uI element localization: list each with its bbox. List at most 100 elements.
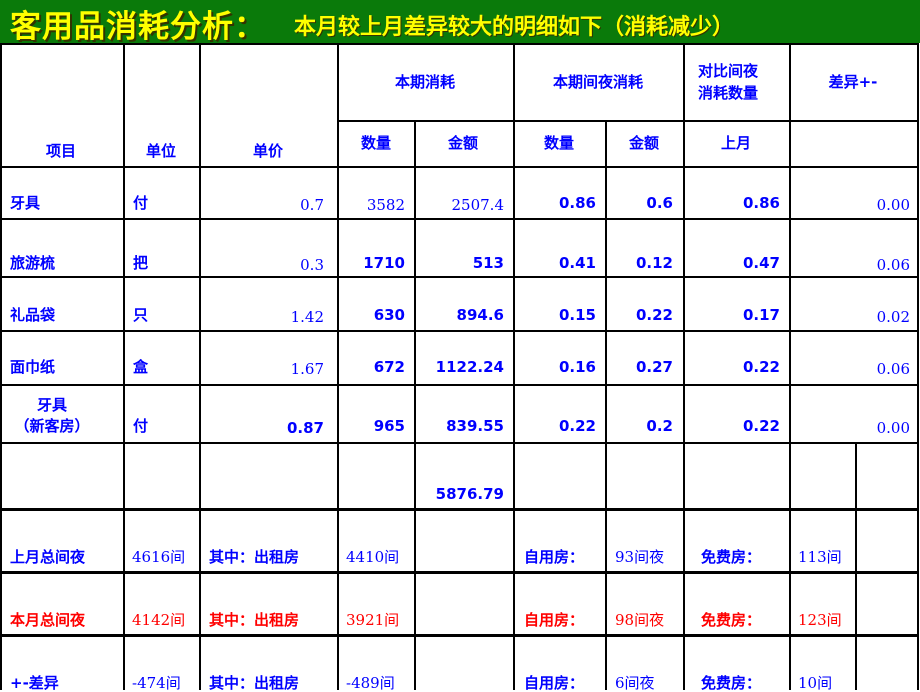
column-border [855, 442, 857, 690]
row-price: 1.67 [290, 360, 324, 378]
summary-of-which: 其中：出租房 [209, 674, 300, 692]
row-price: 0.3 [300, 256, 324, 274]
summary-self-use-label: 自用房： [524, 674, 585, 692]
row-unit: 盒 [133, 358, 149, 376]
row-diff: 0.00 [876, 419, 910, 437]
total-amount: 5876.79 [435, 485, 504, 503]
summary-total: -474间 [132, 674, 181, 692]
page-title: 客用品消耗分析： [10, 9, 266, 45]
row-amount: 1122.24 [435, 358, 504, 376]
summary-free-label: 免费房： [701, 611, 762, 629]
column-border [414, 120, 416, 690]
summary-self-use-label: 自用房： [524, 548, 585, 566]
header-qty-per-night: 数量 [543, 134, 575, 152]
row-last-month: 0.86 [742, 194, 780, 212]
row-item-line1: 牙具 [36, 396, 68, 414]
row-diff: 0.02 [876, 308, 910, 326]
row-border [0, 571, 918, 574]
header-qty: 数量 [360, 134, 392, 152]
summary-label: 本月总间夜 [10, 611, 86, 629]
row-per-night-qty: 0.16 [558, 358, 596, 376]
header-unit: 单位 [145, 142, 177, 160]
row-qty: 1710 [363, 254, 405, 272]
column-border [337, 43, 339, 690]
row-unit: 付 [133, 194, 149, 212]
row-qty: 965 [373, 417, 405, 435]
row-diff: 0.06 [876, 360, 910, 378]
row-diff: 0.00 [876, 196, 910, 214]
row-border [0, 508, 918, 511]
row-qty: 672 [373, 358, 405, 376]
summary-self-use: 93间夜 [615, 548, 665, 566]
row-amount: 839.55 [446, 417, 504, 435]
row-unit: 把 [133, 254, 149, 272]
row-border [0, 442, 918, 444]
row-item: 牙具 [10, 194, 41, 212]
summary-rented: 3921间 [346, 611, 400, 629]
column-border [199, 43, 201, 690]
summary-self-use-label: 自用房： [524, 611, 585, 629]
row-price: 0.7 [300, 196, 324, 214]
summary-label: 上月总间夜 [10, 548, 86, 566]
column-border [0, 43, 2, 690]
row-border [0, 218, 918, 220]
column-border [683, 43, 685, 690]
summary-label: +-差异 [10, 674, 59, 692]
summary-free-label: 免费房： [701, 674, 762, 692]
header-amount: 金额 [447, 134, 479, 152]
row-last-month: 0.22 [742, 417, 780, 435]
row-per-night-qty: 0.86 [558, 194, 596, 212]
column-border [605, 120, 607, 690]
summary-total: 4616间 [132, 548, 186, 566]
summary-rented: -489间 [346, 674, 395, 692]
row-amount: 513 [472, 254, 504, 272]
column-border [123, 43, 125, 690]
summary-of-which: 其中：出租房 [209, 548, 300, 566]
header-current-consumption: 本期消耗 [394, 73, 456, 91]
row-per-night-amount: 0.27 [635, 358, 673, 376]
title-bar: 客用品消耗分析： 本月较上月差异较大的明细如下（消耗减少） [0, 0, 920, 45]
summary-free: 10间 [798, 674, 833, 692]
row-border [337, 120, 918, 122]
header-last-month: 上月 [720, 134, 752, 152]
row-amount: 2507.4 [451, 196, 505, 214]
row-per-night-amount: 0.12 [635, 254, 673, 272]
row-item-line2: （新客房） [14, 417, 90, 435]
summary-self-use: 6间夜 [615, 674, 655, 692]
row-item: 面巾纸 [10, 358, 56, 376]
header-compare-line2: 消耗数量 [697, 84, 759, 102]
header-item: 项目 [45, 142, 77, 160]
row-qty: 3582 [366, 196, 405, 214]
column-border [513, 43, 515, 690]
row-unit: 付 [133, 417, 149, 435]
row-per-night-amount: 0.2 [646, 417, 673, 435]
row-price: 1.42 [290, 308, 324, 326]
header-diff: 差异+- [828, 73, 878, 91]
row-price: 0.87 [286, 419, 324, 437]
row-per-night-qty: 0.15 [558, 306, 596, 324]
row-border [0, 384, 918, 386]
row-diff: 0.06 [876, 256, 910, 274]
row-per-night-amount: 0.6 [646, 194, 673, 212]
page-subtitle: 本月较上月差异较大的明细如下（消耗减少） [294, 15, 735, 40]
header-price: 单价 [252, 142, 284, 160]
row-item: 旅游梳 [10, 254, 56, 272]
row-item: 礼品袋 [10, 306, 56, 324]
header-compare-line1: 对比间夜 [697, 62, 759, 80]
summary-free: 123间 [798, 611, 842, 629]
row-per-night-qty: 0.22 [558, 417, 596, 435]
row-border [0, 166, 918, 168]
row-unit: 只 [133, 306, 149, 324]
row-per-night-amount: 0.22 [635, 306, 673, 324]
summary-of-which: 其中：出租房 [209, 611, 300, 629]
summary-total: 4142间 [132, 611, 186, 629]
row-last-month: 0.47 [742, 254, 780, 272]
row-border [0, 276, 918, 278]
row-last-month: 0.22 [742, 358, 780, 376]
summary-free-label: 免费房： [701, 548, 762, 566]
summary-rented: 4410间 [346, 548, 400, 566]
row-border [0, 634, 918, 637]
summary-self-use: 98间夜 [615, 611, 665, 629]
column-border [789, 43, 791, 690]
row-last-month: 0.17 [742, 306, 780, 324]
